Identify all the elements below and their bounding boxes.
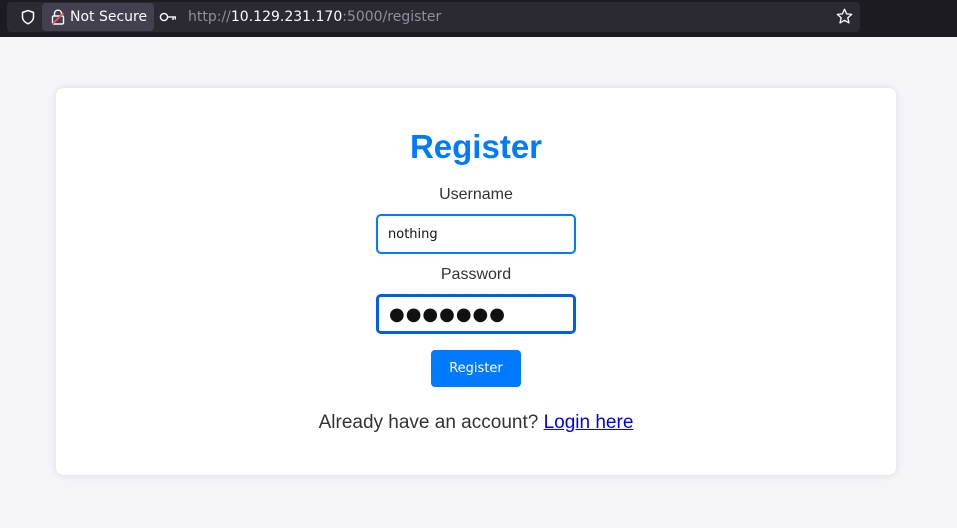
star-icon[interactable] [836,8,853,25]
shield-icon[interactable] [20,9,36,25]
register-card: Register Username Password Register Alre… [56,88,896,475]
lock-icon [51,9,65,25]
browser-toolbar: Not Secure http://10.129.231.170:5000/re… [0,0,957,37]
url-scheme: http:// [188,9,231,25]
login-prompt-text: Already have an account? [318,412,539,433]
username-label: Username [439,186,513,203]
login-prompt: Already have an account? Login here [56,412,896,434]
username-field[interactable] [376,214,576,254]
url-host: 10.129.231.170 [230,9,343,25]
security-label: Not Secure [70,9,148,25]
security-indicator[interactable]: Not Secure [42,3,154,31]
url-path: :5000/register [342,9,442,25]
url-text[interactable]: http://10.129.231.170:5000/register [188,9,441,25]
key-icon[interactable] [159,10,177,24]
password-field[interactable] [376,294,576,334]
password-label: Password [440,266,512,283]
login-link[interactable]: Login here [544,412,634,433]
address-bar[interactable]: Not Secure http://10.129.231.170:5000/re… [7,2,860,32]
page-title: Register [409,128,543,165]
register-button[interactable]: Register [431,350,521,387]
